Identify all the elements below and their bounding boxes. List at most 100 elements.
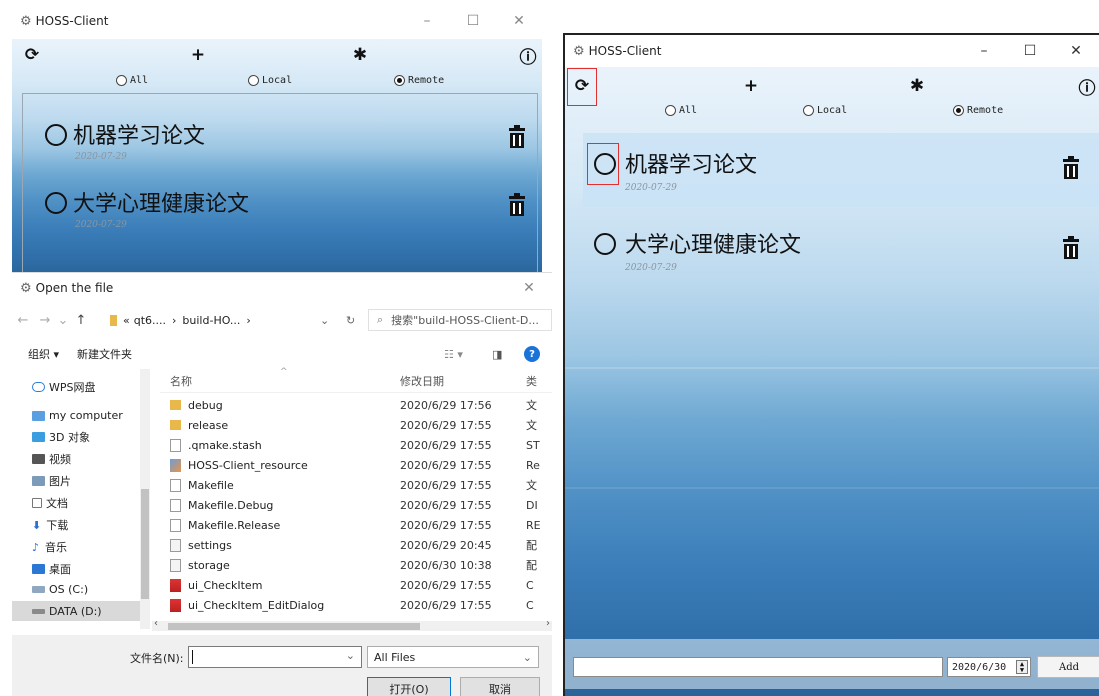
close-button[interactable]: ✕ (1053, 35, 1099, 67)
radio-remote[interactable] (953, 105, 964, 116)
file-row[interactable]: storage 2020/6/30 10:38 配 (160, 555, 552, 575)
hscroll-thumb[interactable] (168, 623, 420, 630)
nav-item-3d[interactable]: 3D 对象 (32, 429, 90, 445)
refresh-icon[interactable]: ⟳ (572, 76, 592, 96)
list-item[interactable]: 大学心理健康论文 2020-07-29 (23, 182, 537, 242)
file-icon (170, 478, 181, 492)
column-type[interactable]: 类 (526, 373, 537, 389)
filter-all[interactable]: All (116, 75, 148, 86)
address-dropdown-icon[interactable]: ⌄ (320, 314, 329, 327)
file-type-select[interactable]: All Files ⌄ (367, 646, 539, 668)
column-date[interactable]: 修改日期 (400, 373, 444, 389)
file-row[interactable]: debug 2020/6/29 17:56 文 (160, 395, 552, 415)
nav-scroll-thumb[interactable] (141, 489, 149, 599)
nav-scrollbar[interactable] (140, 369, 150, 629)
list-item[interactable]: 机器学习论文 2020-07-29 (23, 114, 537, 174)
file-row[interactable]: .qmake.stash 2020/6/29 17:55 ST (160, 435, 552, 455)
file-row[interactable]: Makefile 2020/6/29 17:55 文 (160, 475, 552, 495)
filter-local[interactable]: Local (248, 75, 292, 86)
date-edit[interactable]: 2020/6/30 ▲ ▼ (947, 657, 1031, 677)
nav-item-pictures[interactable]: 图片 (32, 473, 71, 489)
search-input[interactable]: ⌕ 搜索"build-HOSS-Client-D... (368, 309, 552, 331)
add-icon[interactable]: + (188, 45, 208, 65)
file-row[interactable]: Makefile.Debug 2020/6/29 17:55 DI (160, 495, 552, 515)
file-horizontal-scrollbar[interactable]: ‹ › (152, 618, 552, 631)
back-arrow-icon[interactable]: ← (12, 313, 34, 328)
filter-all[interactable]: All (665, 105, 697, 116)
preview-pane-icon[interactable]: ◨ (492, 348, 502, 361)
desktop-icon (32, 564, 45, 574)
info-icon[interactable]: ⓘ (1077, 76, 1097, 99)
trash-icon[interactable] (509, 125, 525, 148)
gear-icon[interactable]: ✱ (907, 76, 927, 96)
breadcrumb-1[interactable]: qt6.... (134, 314, 166, 327)
refresh-icon[interactable]: ↻ (346, 314, 355, 327)
minimize-button[interactable]: – (404, 3, 450, 39)
scroll-right-icon[interactable]: › (546, 618, 550, 629)
file-row[interactable]: release 2020/6/29 17:55 文 (160, 415, 552, 435)
computer-icon (32, 410, 45, 421)
gear-icon[interactable]: ✱ (350, 45, 370, 65)
maximize-button[interactable]: ☐ (450, 3, 496, 39)
refresh-icon[interactable]: ⟳ (22, 45, 42, 65)
nav-item-documents[interactable]: 文档 (32, 495, 68, 511)
filename-input[interactable]: ⌄ (188, 646, 362, 668)
filter-remote[interactable]: Remote (394, 75, 444, 86)
help-icon[interactable]: ? (524, 346, 540, 362)
check-circle-icon[interactable] (594, 233, 616, 255)
radio-all[interactable] (116, 75, 127, 86)
trash-icon[interactable] (1063, 236, 1079, 259)
file-row[interactable]: ui_CheckItem 2020/6/29 17:55 C (160, 575, 552, 595)
radio-local[interactable] (803, 105, 814, 116)
info-icon[interactable]: ⓘ (518, 45, 538, 68)
file-type: 文 (526, 419, 537, 432)
check-circle-icon[interactable] (45, 192, 67, 214)
open-button[interactable]: 打开(O) (367, 677, 451, 696)
nav-item-drive-c[interactable]: OS (C:) (32, 583, 88, 596)
view-options-icon[interactable]: ☷ ▾ (444, 348, 463, 361)
close-button[interactable]: ✕ (496, 3, 542, 39)
radio-all[interactable] (665, 105, 676, 116)
file-row[interactable]: settings 2020/6/29 20:45 配 (160, 535, 552, 555)
file-row[interactable]: Makefile.Release 2020/6/29 17:55 RE (160, 515, 552, 535)
breadcrumb-2[interactable]: build-HO... (182, 314, 240, 327)
add-button[interactable]: Add (1037, 656, 1099, 678)
column-name[interactable]: 名称 (170, 373, 192, 389)
minimize-button[interactable]: – (961, 35, 1007, 67)
trash-icon[interactable] (509, 193, 525, 216)
cancel-button[interactable]: 取消 (460, 677, 540, 696)
nav-item-music[interactable]: ♪ 音乐 (32, 539, 67, 555)
nav-item-downloads[interactable]: ⬇ 下载 (32, 517, 68, 533)
nav-item-videos[interactable]: 视频 (32, 451, 71, 467)
scroll-left-icon[interactable]: ‹ (154, 618, 158, 629)
filename-dropdown-icon[interactable]: ⌄ (346, 649, 355, 662)
nav-item-wps[interactable]: WPS网盘 (32, 379, 96, 395)
organize-menu[interactable]: 组织 ▾ (28, 346, 59, 362)
file-row[interactable]: HOSS-Client_resource 2020/6/29 17:55 Re (160, 455, 552, 475)
list-item[interactable]: 大学心理健康论文 2020-07-29 (583, 213, 1099, 287)
add-icon[interactable]: + (741, 76, 761, 96)
nav-item-desktop[interactable]: 桌面 (32, 561, 71, 577)
filter-remote[interactable]: Remote (953, 105, 1003, 116)
recent-chevron-icon[interactable]: ⌄ (56, 313, 70, 328)
address-bar[interactable]: « qt6.... › build-HO... › ⌄ ↻ (110, 309, 358, 331)
radio-remote[interactable] (394, 75, 405, 86)
maximize-button[interactable]: ☐ (1007, 35, 1053, 67)
list-item-selected[interactable]: 机器学习论文 2020-07-29 (583, 133, 1099, 207)
nav-item-drive-d[interactable]: DATA (D:) (32, 605, 102, 618)
filter-local[interactable]: Local (803, 105, 847, 116)
up-arrow-icon[interactable]: ↑ (70, 313, 92, 328)
date-spinner[interactable]: ▲ ▼ (1016, 660, 1028, 674)
new-item-input[interactable] (573, 657, 943, 677)
nav-item-my-computer[interactable]: my computer (32, 409, 123, 422)
radio-local[interactable] (248, 75, 259, 86)
new-folder-button[interactable]: 新建文件夹 (77, 346, 132, 362)
forward-arrow-icon[interactable]: → (34, 313, 56, 328)
dialog-close-button[interactable]: ✕ (506, 273, 552, 303)
file-row[interactable]: ui_CheckItem_EditDialog 2020/6/29 17:55 C (160, 595, 552, 615)
file-name: release (170, 419, 228, 432)
check-circle-icon[interactable] (594, 153, 616, 175)
trash-icon[interactable] (1063, 156, 1079, 179)
breadcrumb-0[interactable]: « (123, 314, 130, 327)
check-circle-icon[interactable] (45, 124, 67, 146)
